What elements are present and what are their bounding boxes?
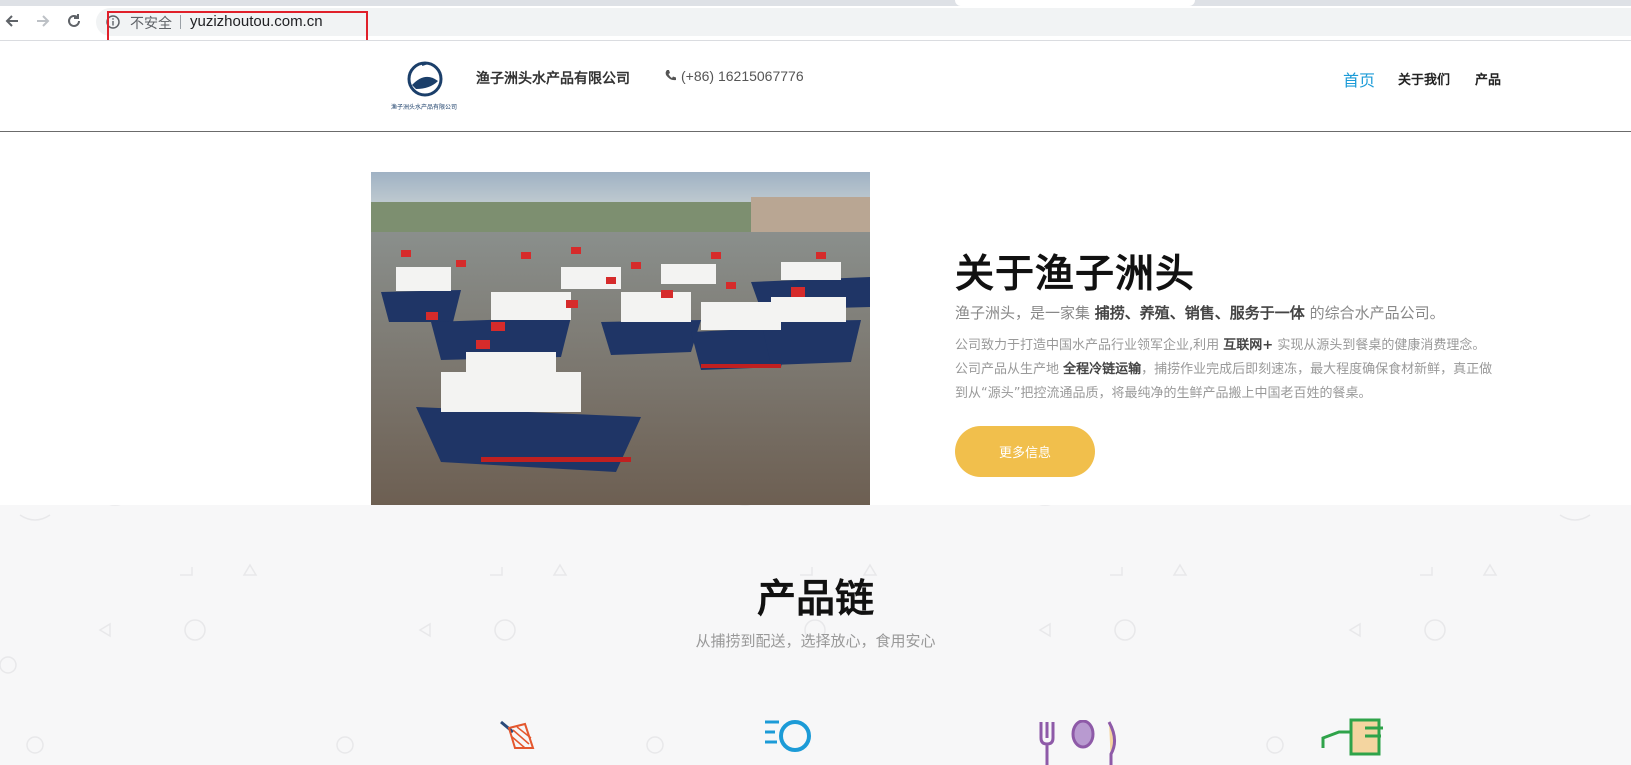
about-lead: 渔子洲头，是一家集 捕捞、养殖、销售、服务于一体 的综合水产品公司。	[955, 302, 1445, 323]
lead-prefix: 渔子洲头，是一家集	[955, 304, 1091, 322]
reload-icon[interactable]	[63, 10, 85, 32]
chain-subtitle: 从捕捞到配送，选择放心，食用安心	[695, 632, 936, 650]
desc-highlight-2: 全程冷链运输	[1063, 362, 1142, 377]
desc-part-1: 公司致力于打造中国水产品行业领军企业,利用	[955, 338, 1220, 353]
chain-title: 产品链	[756, 577, 874, 622]
nav-item-about[interactable]: 关于我们	[1398, 69, 1450, 88]
company-logo[interactable]: 渔子洲头水产品有限公司	[391, 59, 462, 115]
desc-highlight-1: 互联网+	[1223, 338, 1274, 353]
logo-caption: 渔子洲头水产品有限公司	[391, 104, 458, 111]
forward-arrow-icon[interactable]	[32, 10, 54, 32]
fishing-net-icon	[495, 718, 535, 765]
company-name: 渔子洲头水产品有限公司	[476, 71, 630, 87]
phone-number: (+86) 16215067776	[681, 68, 804, 84]
cutlery-icon	[1039, 719, 1119, 765]
search-icon	[765, 718, 815, 765]
about-title: 关于渔子洲头	[955, 252, 1196, 297]
nav-item-products[interactable]: 产品	[1475, 69, 1501, 88]
more-info-button[interactable]: 更多信息	[955, 426, 1095, 477]
fishing-harbor-image	[371, 172, 870, 505]
delivery-truck-icon	[1321, 718, 1393, 765]
lead-highlight: 捕捞、养殖、销售、服务于一体	[1094, 304, 1305, 322]
phone-contact: (+86) 16215067776	[665, 68, 804, 84]
active-tab[interactable]	[955, 0, 1195, 6]
back-arrow-icon[interactable]	[1, 10, 23, 32]
tab-strip	[0, 0, 1631, 6]
site-header: 渔子洲头水产品有限公司 渔子洲头水产品有限公司 (+86) 1621506777…	[0, 41, 1631, 132]
browser-toolbar: 不安全 yuzizhoutou.com.cn	[0, 0, 1631, 48]
lead-suffix: 的综合水产品公司。	[1309, 304, 1445, 322]
product-chain-section: 产品链 从捕捞到配送，选择放心，食用安心	[0, 505, 1631, 765]
nav-item-home[interactable]: 首页	[1343, 67, 1375, 91]
about-description: 公司致力于打造中国水产品行业领军企业,利用 互联网+ 实现从源头到餐桌的健康消费…	[955, 334, 1500, 406]
phone-icon	[665, 68, 676, 84]
